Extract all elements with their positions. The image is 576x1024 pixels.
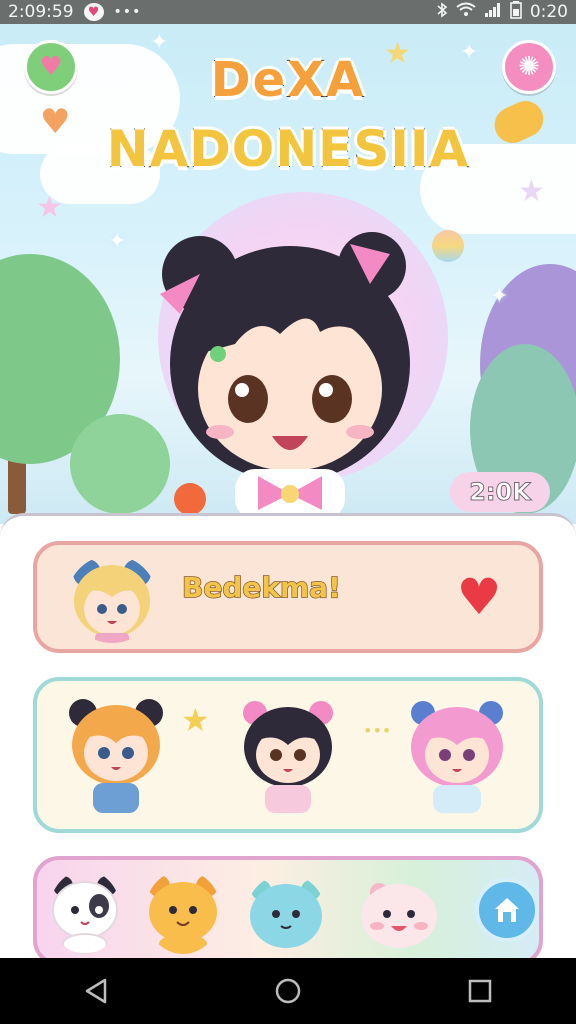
battery-time: 0:20 <box>529 2 568 22</box>
notification-dots: ••• <box>113 4 142 20</box>
heart-icon: ♥ <box>83 3 104 21</box>
game-logo-line1: DeXA <box>0 51 576 109</box>
recents-button[interactable] <box>450 961 510 1021</box>
game-scene: ✦ ✦ ✦ ✦ ★ ★ ★ ♥ ♥ ✺ DeXA NADONESIIA 2:0K <box>0 24 576 524</box>
character-pink-hair[interactable] <box>399 695 515 819</box>
recents-icon <box>468 979 492 1003</box>
pet-blue-blob[interactable] <box>247 874 325 950</box>
game-logo-line2: NADONESIIA <box>0 119 576 179</box>
logo-title-bottom: NADONESIIA <box>106 119 470 179</box>
pet-panda[interactable] <box>49 870 121 954</box>
character-black-hair[interactable] <box>233 695 343 819</box>
character-orange-hair[interactable] <box>61 695 171 819</box>
signal-icon <box>484 2 502 23</box>
greeting-text: Bedekma! <box>181 570 341 605</box>
sparkle-icon: ••• <box>363 721 392 740</box>
star-icon: ★ <box>518 174 545 209</box>
back-icon <box>85 978 107 1004</box>
status-time: 2:09:59 <box>8 2 74 22</box>
pet-pink-seal[interactable] <box>359 876 439 952</box>
logo-title-top: DeXA <box>210 51 366 109</box>
heart-icon: ♥ <box>456 568 502 626</box>
navigation-bar <box>0 958 576 1024</box>
greeting-card[interactable]: Bedekma! ♥ <box>33 541 543 653</box>
bluetooth-icon <box>436 1 448 23</box>
pet-bear[interactable] <box>145 870 221 954</box>
home-circle-icon <box>275 978 301 1004</box>
home-icon <box>495 898 519 922</box>
home-button[interactable] <box>475 878 539 942</box>
battery-icon <box>510 0 522 24</box>
back-button[interactable] <box>66 961 126 1021</box>
sparkle-icon: ✦ <box>490 284 509 309</box>
sparkle-icon: ✦ <box>108 229 127 254</box>
heart-button[interactable]: ♥ <box>451 569 507 625</box>
status-bar: 2:09:59 ♥ ••• 0:20 <box>0 0 576 24</box>
star-icon: ★ <box>181 701 210 739</box>
counter-text: 2:0K <box>469 478 532 507</box>
character-avatar <box>73 559 151 643</box>
pets-card <box>33 856 543 966</box>
main-character <box>160 232 410 514</box>
home-nav-button[interactable] <box>258 961 318 1021</box>
wifi-icon <box>456 2 476 23</box>
star-icon: ★ <box>36 190 63 225</box>
counter-badge: 2:0K <box>450 472 550 512</box>
characters-card: ★ ••• <box>33 677 543 833</box>
